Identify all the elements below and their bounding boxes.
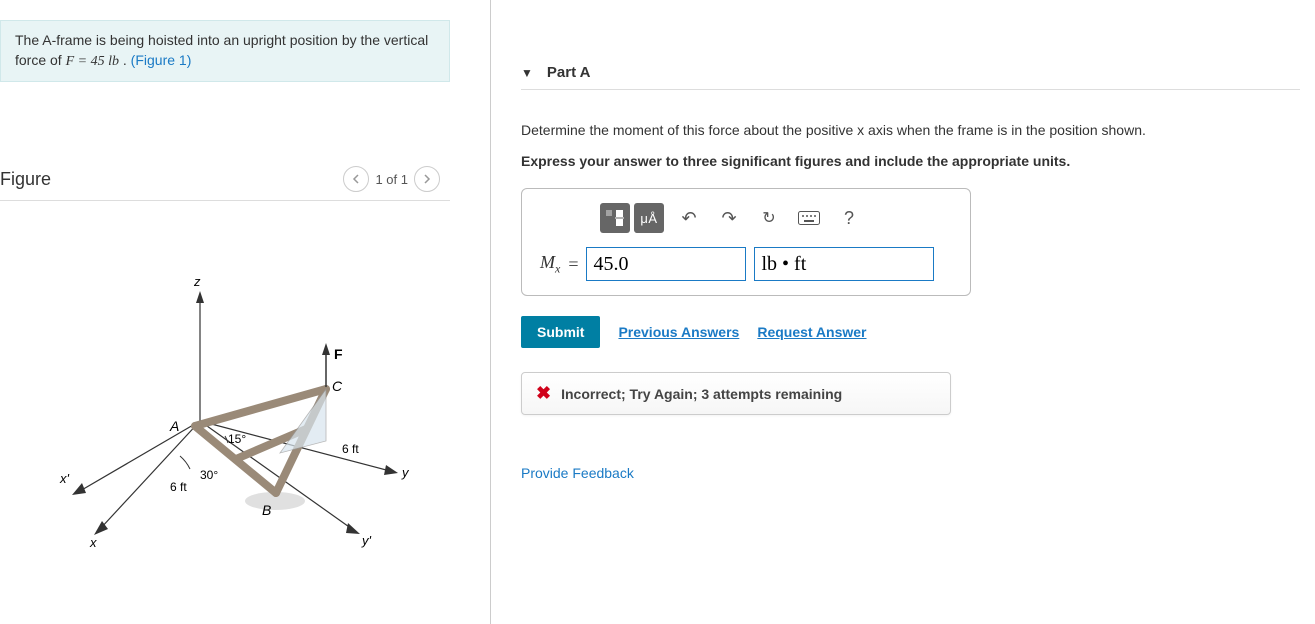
part-header[interactable]: ▼ Part A — [521, 60, 1300, 90]
figure-link[interactable]: (Figure 1) — [131, 52, 192, 68]
figure-header: Figure 1 of 1 — [0, 162, 450, 201]
point-c-label: C — [332, 378, 343, 394]
force-value: = 45 lb — [74, 54, 119, 69]
part-title: Part A — [547, 64, 591, 81]
redo-icon[interactable]: ↷ — [714, 203, 744, 233]
undo-icon[interactable]: ↶ — [674, 203, 704, 233]
answer-variable: Mx — [540, 252, 560, 277]
angle-15-label: 15° — [228, 432, 246, 446]
incorrect-icon: ✖ — [536, 383, 551, 404]
figure-image: z y x' x y' — [0, 221, 450, 564]
fraction-tool-icon[interactable] — [600, 203, 630, 233]
len-6ft-right: 6 ft — [342, 442, 359, 456]
force-label: F — [334, 346, 343, 362]
help-icon[interactable]: ? — [834, 203, 864, 233]
problem-text-after: . — [119, 52, 131, 68]
len-6ft-left: 6 ft — [170, 480, 187, 494]
answer-area: μÅ ↶ ↷ ↻ ? Mx = — [521, 188, 971, 296]
part-instruction-bold: Express your answer to three significant… — [521, 151, 1300, 172]
request-answer-link[interactable]: Request Answer — [757, 324, 866, 340]
submit-button[interactable]: Submit — [521, 316, 600, 348]
point-a-label: A — [169, 418, 179, 434]
axis-yp-label: y' — [361, 533, 372, 548]
axis-y-label: y — [401, 465, 410, 480]
previous-answers-link[interactable]: Previous Answers — [618, 324, 739, 340]
figure-next-button[interactable] — [414, 166, 440, 192]
point-b-label: B — [262, 502, 271, 518]
figure-nav-label: 1 of 1 — [375, 172, 408, 187]
angle-30-label: 30° — [200, 468, 218, 482]
figure-prev-button[interactable] — [343, 166, 369, 192]
part-instruction: Determine the moment of this force about… — [521, 120, 1300, 141]
equals-sign: = — [568, 254, 578, 275]
feedback-box: ✖ Incorrect; Try Again; 3 attempts remai… — [521, 372, 951, 415]
keyboard-icon[interactable] — [794, 203, 824, 233]
units-tool-icon[interactable]: μÅ — [634, 203, 664, 233]
feedback-text: Incorrect; Try Again; 3 attempts remaini… — [561, 386, 842, 402]
reset-icon[interactable]: ↻ — [754, 203, 784, 233]
figure-title: Figure — [0, 169, 51, 190]
problem-statement: The A-frame is being hoisted into an upr… — [0, 20, 450, 82]
collapse-icon: ▼ — [521, 66, 533, 80]
answer-value-input[interactable] — [586, 247, 746, 281]
axis-x-label: x — [89, 535, 97, 550]
axis-xp-label: x' — [59, 471, 70, 486]
action-row: Submit Previous Answers Request Answer — [521, 316, 1300, 348]
answer-toolbar: μÅ ↶ ↷ ↻ ? — [540, 203, 952, 233]
axis-z-label: z — [193, 274, 201, 289]
force-variable: F — [66, 54, 75, 69]
provide-feedback-link[interactable]: Provide Feedback — [521, 465, 1300, 481]
answer-units-input[interactable] — [754, 247, 934, 281]
